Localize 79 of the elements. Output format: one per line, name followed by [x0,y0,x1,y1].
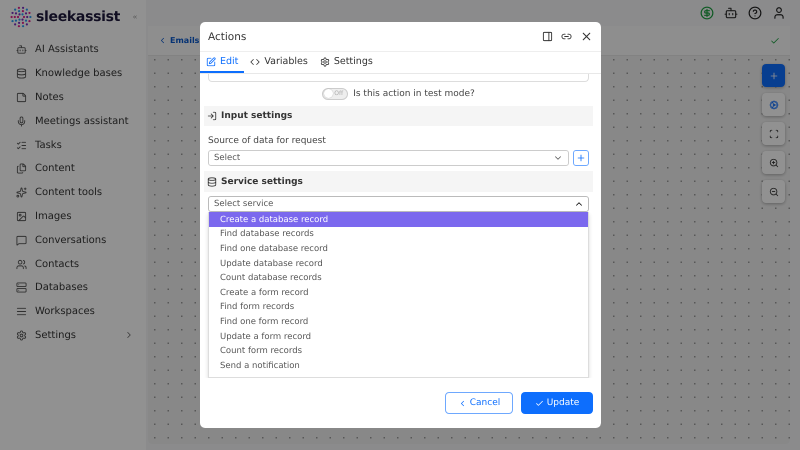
checklist-icon [16,140,27,151]
plus-icon [576,153,586,164]
database-icon [16,68,27,80]
user-icon[interactable] [772,6,786,20]
check-icon [534,398,544,408]
logo-icon [10,6,32,28]
dropdown-option[interactable]: Count form records [209,344,588,358]
edit-icon [206,56,216,66]
input-icon [207,111,217,122]
sidebar-item[interactable]: Notes [0,86,146,110]
gear-icon [320,56,330,66]
sidebar-item[interactable]: Meetings assistant [0,109,146,134]
cancel-button[interactable]: Cancel [445,392,513,414]
code-icon [250,56,260,66]
zoom-out-button[interactable] [762,180,785,203]
select-value: Select [214,153,240,164]
dropdown-option[interactable]: Find form records [209,300,588,315]
microphone-icon [16,116,27,127]
sidebar-item[interactable]: Settings [0,324,146,348]
frame-icon [768,128,778,138]
sidebar-item[interactable]: Databases [0,276,146,300]
sidebar-item[interactable]: AI Assistants [0,38,146,62]
sidebar-item[interactable]: Contacts [0,252,146,276]
users-icon [16,258,27,270]
select-field[interactable]: Select service [208,196,589,212]
note-icon [16,92,27,103]
add-button[interactable] [573,150,589,166]
dropdown-option[interactable]: Create a form record [209,285,588,300]
dropdown-option[interactable]: Update a form record [209,329,588,344]
dialog-title: Actions [208,30,248,42]
dropdown-option[interactable]: Find one form record [209,314,588,330]
update-button[interactable]: Update [521,392,593,414]
section-title: Input settings [221,111,292,122]
section-title: Service settings [221,176,303,187]
sidebar-item[interactable]: Content tools [0,180,146,205]
input-field[interactable] [208,74,589,82]
sidebar-item[interactable]: Knowledge bases [0,62,146,86]
sidebar-item[interactable]: Content [0,156,146,181]
tab[interactable]: Edit [200,52,244,73]
check-icon [770,36,780,46]
sparkle-icon [16,187,27,198]
lines-icon [16,306,27,318]
chevron-left-icon [158,36,167,45]
brand-name: sleekassist [36,9,120,25]
dropdown-option[interactable]: Create a database record [209,212,588,228]
dollar-icon[interactable] [700,6,714,20]
sidebar-item[interactable]: Tasks [0,133,146,157]
sidebar-item[interactable]: Images [0,204,146,228]
sidebar-item[interactable]: Conversations [0,228,146,252]
robot-icon[interactable] [724,6,738,20]
image-icon [16,210,27,222]
zoom-in-button[interactable] [762,151,785,174]
database-icon [207,176,217,187]
dropdown-option[interactable]: Find one database record [209,242,588,256]
settings-button[interactable] [762,93,785,116]
robot-icon [16,44,27,56]
sidebar-item[interactable]: Workspaces [0,300,146,324]
files-icon [16,163,27,174]
dropdown-option[interactable]: Send a notification [209,358,588,373]
dropdown-option[interactable]: Count database records [209,270,588,286]
zoom-in-icon [768,158,778,168]
field-label: Source of data for request [207,135,327,148]
link-icon[interactable] [561,31,572,42]
gear-icon [768,100,778,110]
server-icon [16,282,27,294]
zoom-out-icon [768,186,778,196]
dropdown-option[interactable]: Update database record [209,256,588,271]
tab[interactable]: Variables [244,52,314,73]
plus-icon [768,70,778,80]
chat-icon [16,234,27,246]
settings-icon [16,330,27,341]
dropdown-option[interactable]: Find database records [209,227,588,242]
help-icon[interactable] [748,6,762,20]
panel-icon[interactable] [542,31,553,42]
close-icon[interactable] [580,30,593,43]
back-link[interactable]: Emails [158,36,200,45]
tab[interactable]: Settings [314,52,379,73]
toggle-label: Is this action in test mode? [353,88,475,99]
select-field[interactable]: Select [208,150,569,166]
